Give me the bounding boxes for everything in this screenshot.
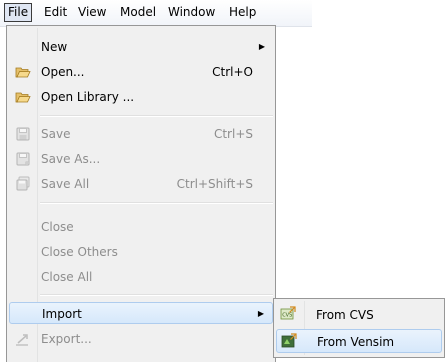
menu-item-close-all[interactable]: Close All bbox=[9, 266, 273, 288]
menu-item-close[interactable]: Close bbox=[9, 216, 273, 238]
menu-item-shortcut: Ctrl+O bbox=[212, 65, 253, 79]
menu-item-label: Close bbox=[41, 220, 74, 234]
svg-text:CVS: CVS bbox=[282, 313, 292, 319]
export-icon bbox=[16, 334, 28, 346]
menu-separator bbox=[40, 202, 273, 204]
menu-item-label: Close All bbox=[41, 270, 93, 284]
menu-file[interactable]: File bbox=[4, 3, 33, 22]
menu-item-label: Export... bbox=[41, 332, 92, 346]
save-as-icon bbox=[16, 152, 30, 166]
menu-item-label: New bbox=[41, 40, 68, 54]
import-submenu: CVS From CVS From Vensim bbox=[273, 298, 445, 358]
menu-item-label: Save bbox=[41, 127, 71, 141]
submenu-arrow-icon: ▶ bbox=[258, 42, 265, 51]
menu-item-label: Import bbox=[42, 307, 82, 321]
menu-item-shortcut: Ctrl+S bbox=[213, 127, 253, 141]
menu-separator bbox=[40, 294, 273, 296]
menu-item-save[interactable]: Save Ctrl+S bbox=[9, 123, 273, 145]
menu-item-label: Open Library ... bbox=[41, 90, 135, 104]
menu-item-export[interactable]: Export... bbox=[9, 328, 273, 350]
menu-model[interactable]: Model bbox=[116, 4, 160, 21]
submenu-arrow-icon: ▶ bbox=[257, 309, 264, 318]
menu-bar: File Edit View Model Window Help bbox=[0, 0, 312, 27]
menu-item-close-others[interactable]: Close Others bbox=[9, 241, 273, 263]
menu-item-open-library[interactable]: Open Library ... bbox=[9, 86, 273, 108]
menu-item-label: Close Others bbox=[41, 245, 118, 259]
submenu-item-label: From CVS bbox=[316, 308, 374, 322]
menu-help[interactable]: Help bbox=[225, 4, 260, 21]
menu-item-save-all[interactable]: Save All Ctrl+Shift+S bbox=[9, 173, 273, 195]
menu-item-label: Open... bbox=[41, 65, 85, 79]
open-folder-icon bbox=[15, 67, 31, 78]
file-menu-dropdown: New ▶ Open... Ctrl+O Open Library ... Sa… bbox=[6, 25, 276, 362]
vensim-import-icon bbox=[281, 333, 297, 348]
menu-item-label: Save All bbox=[41, 177, 90, 191]
menu-view[interactable]: View bbox=[74, 4, 110, 21]
save-icon bbox=[16, 127, 30, 141]
submenu-item-label: From Vensim bbox=[317, 335, 395, 349]
open-folder-icon bbox=[15, 92, 31, 103]
menu-window[interactable]: Window bbox=[164, 4, 219, 21]
menu-item-new[interactable]: New ▶ bbox=[9, 36, 273, 58]
menu-item-label: Save As... bbox=[41, 152, 101, 166]
submenu-item-from-vensim[interactable]: From Vensim bbox=[276, 329, 442, 353]
cvs-import-icon: CVS bbox=[280, 306, 296, 320]
menu-item-import[interactable]: Import ▶ bbox=[9, 302, 273, 324]
menu-edit[interactable]: Edit bbox=[40, 4, 71, 21]
menu-separator bbox=[40, 115, 273, 117]
submenu-item-from-cvs[interactable]: CVS From CVS bbox=[276, 303, 442, 327]
menu-item-open[interactable]: Open... Ctrl+O bbox=[9, 61, 273, 83]
save-all-icon bbox=[16, 176, 30, 191]
menu-item-save-as[interactable]: Save As... bbox=[9, 148, 273, 170]
menu-item-shortcut: Ctrl+Shift+S bbox=[176, 177, 253, 191]
